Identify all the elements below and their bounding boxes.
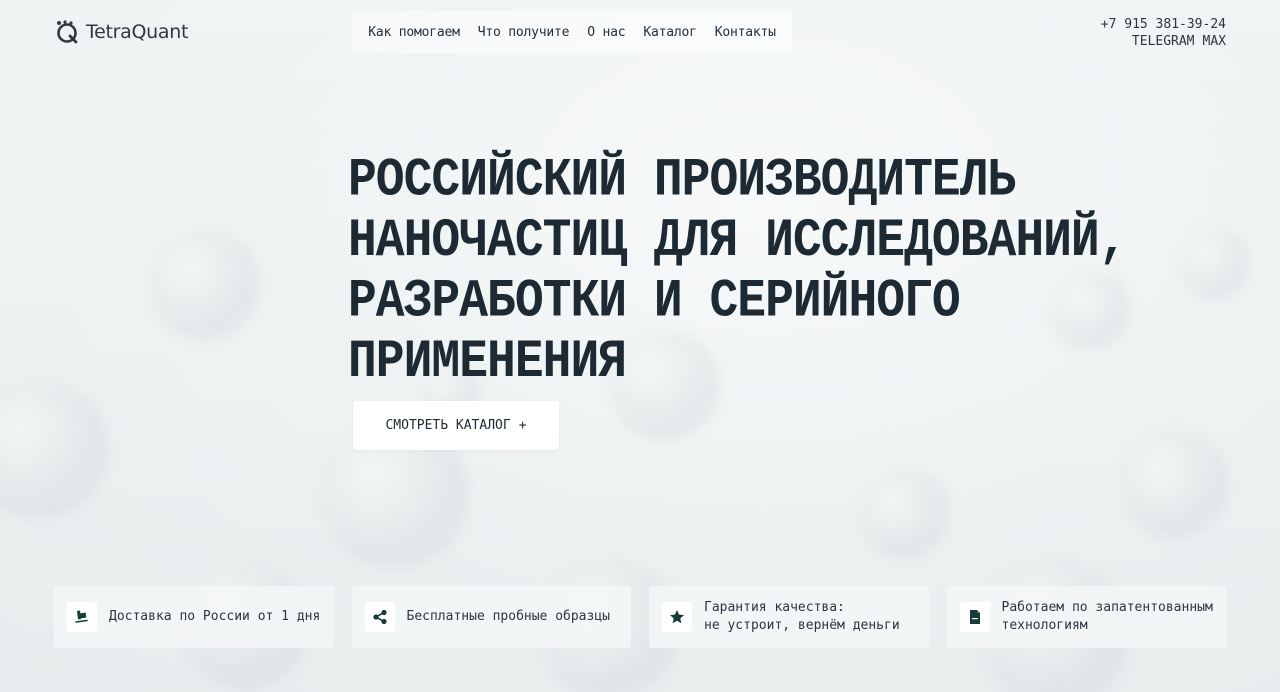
document-icon [959, 602, 990, 632]
feature-card-delivery: Доставка по России от 1 дня [54, 586, 334, 648]
hero-title: РОССИЙСКИЙ ПРОИЗВОДИТЕЛЬ НАНОЧАСТИЦ ДЛЯ … [348, 151, 1228, 393]
view-catalog-label: СМОТРЕТЬ КАТАЛОГ [385, 418, 511, 433]
nav-catalog[interactable]: Каталог [643, 25, 697, 40]
feature-text: Работаем по запатентованным [1001, 600, 1213, 615]
feature-text: не устроит, вернём деньги [704, 618, 900, 633]
hero-title-line: РАЗРАБОТКИ И СЕРИЙНОГО [348, 271, 961, 333]
tetraquant-logo-icon [57, 20, 78, 44]
logo[interactable]: TetraQuant [54, 19, 188, 45]
phone-link[interactable]: +7 915 381-39-24 [1101, 17, 1226, 32]
main-nav: Как помогаем Что получите О нас Каталог … [352, 11, 792, 53]
max-link[interactable]: MAX [1203, 33, 1226, 50]
nav-contacts[interactable]: Контакты [715, 25, 776, 40]
nav-how-we-help[interactable]: Как помогаем [368, 25, 460, 40]
feature-card-guarantee: Гарантия качества: не устроит, вернём де… [649, 586, 929, 648]
hero-title-line: ПРИМЕНЕНИЯ [348, 332, 627, 393]
nav-about[interactable]: О нас [587, 25, 625, 40]
feature-text: Гарантия качества: [704, 600, 845, 615]
telegram-link[interactable]: TELEGRAM [1132, 33, 1195, 50]
features-row: Доставка по России от 1 дня Бесплатные п… [54, 586, 1226, 648]
hero-title-line: РОССИЙСКИЙ ПРОИЗВОДИТЕЛЬ [348, 151, 1016, 212]
feature-text: технологиям [1001, 618, 1088, 633]
share-nodes-icon [364, 602, 395, 632]
truck-icon [67, 602, 97, 632]
nav-what-you-get[interactable]: Что получите [478, 25, 570, 40]
feature-card-samples: Бесплатные пробные образцы [351, 586, 631, 648]
header-contacts: +7 915 381-39-24 TELEGRAM MAX [1101, 16, 1226, 50]
plus-icon: + [518, 418, 527, 433]
hero-title-line: НАНОЧАСТИЦ ДЛЯ ИССЛЕДОВАНИЙ, [348, 211, 1128, 272]
view-catalog-button[interactable]: СМОТРЕТЬ КАТАЛОГ + [353, 401, 559, 450]
feature-card-patents: Работаем по запатентованным технологиям [946, 586, 1226, 648]
feature-text: Бесплатные пробные образцы [406, 609, 611, 624]
feature-text: Доставка по России от 1 дня [109, 609, 321, 624]
star-icon [662, 602, 692, 632]
brand-name: TetraQuant [86, 21, 189, 43]
